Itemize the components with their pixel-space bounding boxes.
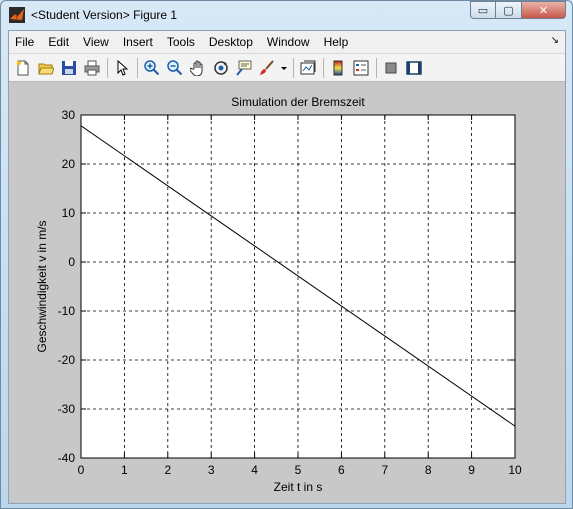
open-folder-icon (38, 63, 54, 74)
hide-plot-tools-icon (385, 62, 397, 73)
colorbar-button[interactable] (328, 58, 348, 78)
legend-button[interactable] (351, 58, 371, 78)
y-tick-label: 20 (62, 157, 76, 171)
toolbar-separator (376, 57, 377, 78)
title-bar[interactable]: <Student Version> Figure 1 ▭ ▢ ✕ (1, 1, 572, 29)
axes-background[interactable] (81, 115, 515, 458)
plot-svg[interactable]: 0 1 2 3 4 5 6 7 8 9 10 30 20 10 0 -10 -20 -30 -40 Simulat… (9, 82, 565, 503)
minimize-button[interactable]: ▭ (470, 1, 496, 19)
x-tick-label: 4 (251, 463, 258, 477)
colorbar-icon (333, 60, 343, 75)
window-controls: ▭ ▢ ✕ (470, 1, 566, 19)
dock-arrow-icon[interactable]: ↘ (551, 35, 559, 46)
matlab-logo-icon (9, 7, 25, 23)
x-axis-label: Zeit t in s (274, 480, 323, 494)
pan-button[interactable] (188, 58, 208, 78)
plot-title: Simulation der Bremszeit (231, 95, 365, 109)
minimize-icon: ▭ (477, 3, 489, 17)
x-tick-label: 7 (381, 463, 388, 477)
maximize-icon: ▢ (503, 3, 514, 17)
y-tick-labels: 30 20 10 0 -10 -20 -30 -40 (58, 108, 76, 465)
rotate-3d-icon (214, 60, 228, 75)
zoom-in-icon (144, 59, 160, 75)
save-icon (62, 60, 76, 75)
print-icon (84, 60, 100, 75)
rotate-3d-button[interactable] (211, 58, 231, 78)
open-button[interactable] (36, 58, 56, 78)
menu-help[interactable]: Help (318, 35, 357, 49)
brush-button[interactable] (257, 58, 277, 78)
menu-edit[interactable]: Edit (42, 35, 77, 49)
menu-window[interactable]: Window (261, 35, 318, 49)
edit-plot-button[interactable] (112, 58, 132, 78)
data-cursor-icon (236, 60, 252, 76)
hide-plot-tools-button[interactable] (381, 58, 401, 78)
x-tick-label: 1 (121, 463, 128, 477)
x-tick-label: 5 (295, 463, 302, 477)
x-tick-label: 6 (338, 463, 345, 477)
x-tick-label: 10 (508, 463, 522, 477)
show-plot-tools-icon (406, 60, 422, 75)
close-icon: ✕ (538, 3, 549, 17)
close-button[interactable]: ✕ (522, 1, 566, 19)
menu-desktop[interactable]: Desktop (203, 35, 261, 49)
figure-toolbar (9, 53, 565, 82)
toolbar-separator (323, 57, 324, 78)
x-tick-label: 9 (468, 463, 475, 477)
new-file-button[interactable] (13, 58, 33, 78)
figure-canvas[interactable]: 0 1 2 3 4 5 6 7 8 9 10 30 20 10 0 -10 -20 -30 -40 Simulat… (9, 82, 565, 503)
link-plot-button[interactable] (298, 58, 318, 78)
figure-client-area: File Edit View Insert Tools Desktop Wind… (8, 30, 566, 504)
x-tick-label: 2 (164, 463, 171, 477)
data-cursor-button[interactable] (234, 58, 254, 78)
x-tick-label: 8 (425, 463, 432, 477)
y-tick-label: -30 (58, 402, 76, 416)
pan-hand-icon (190, 60, 203, 76)
print-button[interactable] (82, 58, 102, 78)
y-axis-label: Geschwindigkeit v in m/s (35, 220, 49, 352)
menu-insert[interactable]: Insert (117, 35, 161, 49)
y-tick-label: -10 (58, 304, 76, 318)
brush-dropdown-button[interactable] (280, 58, 288, 78)
toolbar-separator (107, 57, 108, 78)
x-tick-labels: 0 1 2 3 4 5 6 7 8 9 10 (78, 463, 522, 477)
menu-bar: File Edit View Insert Tools Desktop Wind… (9, 31, 565, 53)
toolbar-separator (137, 57, 138, 78)
y-tick-label: 30 (62, 108, 76, 122)
y-tick-label: -20 (58, 353, 76, 367)
show-plot-tools-button[interactable] (404, 58, 424, 78)
figure-window: <Student Version> Figure 1 ▭ ▢ ✕ File Ed… (0, 0, 573, 509)
window-title: <Student Version> Figure 1 (31, 8, 178, 22)
brush-icon (260, 59, 274, 75)
brush-dropdown-icon (281, 66, 287, 70)
zoom-in-button[interactable] (142, 58, 162, 78)
menu-file[interactable]: File (9, 35, 42, 49)
menu-view[interactable]: View (77, 35, 117, 49)
link-plot-icon (300, 60, 316, 74)
menu-tools[interactable]: Tools (161, 35, 203, 49)
y-tick-label: 10 (62, 206, 76, 220)
y-tick-label: 0 (68, 255, 75, 269)
legend-icon (353, 60, 369, 75)
pointer-icon (117, 59, 129, 76)
toolbar-separator (293, 57, 294, 78)
x-tick-label: 3 (208, 463, 215, 477)
maximize-button[interactable]: ▢ (496, 1, 522, 19)
y-tick-label: -40 (58, 451, 76, 465)
save-button[interactable] (59, 58, 79, 78)
zoom-out-icon (167, 59, 183, 75)
x-tick-label: 0 (78, 463, 85, 477)
zoom-out-button[interactable] (165, 58, 185, 78)
new-file-icon (17, 60, 29, 75)
